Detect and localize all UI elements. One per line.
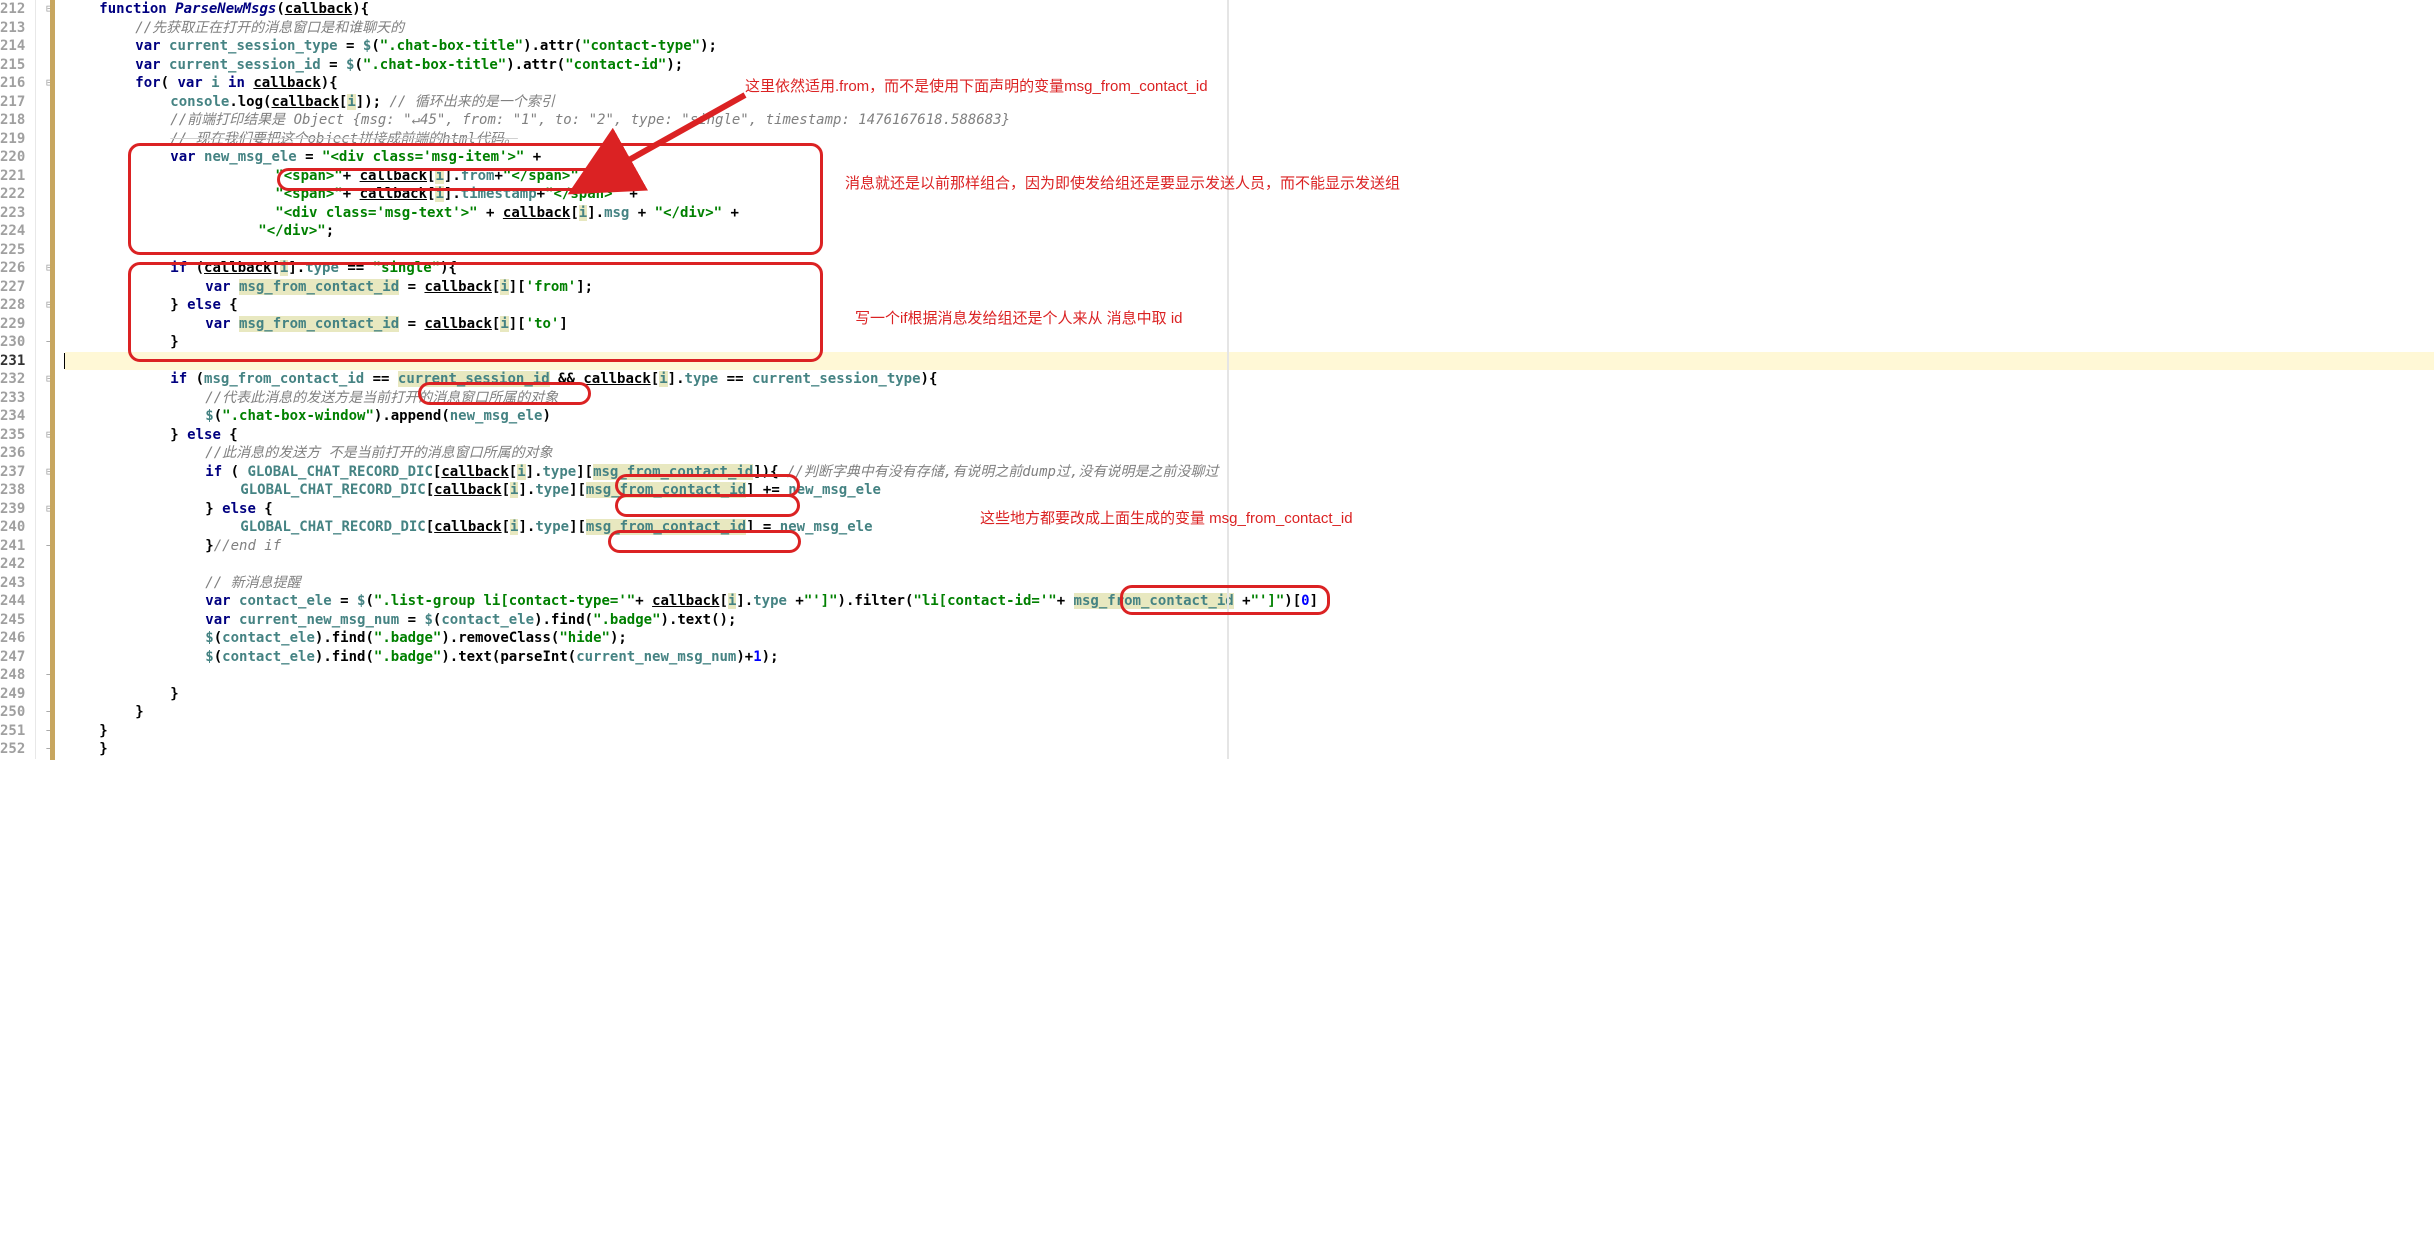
code-line: } <box>65 685 2434 704</box>
line-number: 234 <box>0 407 25 426</box>
code-line: var current_new_msg_num = $(contact_ele)… <box>65 611 2434 630</box>
code-line: } <box>65 703 2434 722</box>
code-line-current <box>65 352 2434 371</box>
code-line: } <box>65 722 2434 741</box>
line-number: 248 <box>0 666 25 685</box>
code-line: if (callback[i].type == "single"){ <box>65 259 2434 278</box>
line-number: 238 <box>0 481 25 500</box>
code-line: var contact_ele = $(".list-group li[cont… <box>65 592 2434 611</box>
code-line <box>65 555 2434 574</box>
line-number: 230 <box>0 333 25 352</box>
line-number-gutter: 212 213 214 215 216 217 218 219 220 221 … <box>0 0 36 759</box>
code-line: } <box>65 740 2434 759</box>
code-area[interactable]: function ParseNewMsgs(callback){ //先获取正在… <box>62 0 2434 759</box>
line-number: 212 <box>0 0 25 19</box>
code-line: $(contact_ele).find(".badge").text(parse… <box>65 648 2434 667</box>
line-number: 213 <box>0 19 25 38</box>
code-line <box>65 241 2434 260</box>
code-line: var msg_from_contact_id = callback[i]['f… <box>65 278 2434 297</box>
code-line: for( var i in callback){ <box>65 74 2434 93</box>
code-line: } else { <box>65 296 2434 315</box>
line-number: 249 <box>0 685 25 704</box>
line-number: 235 <box>0 426 25 445</box>
code-line: if ( GLOBAL_CHAT_RECORD_DIC[callback[i].… <box>65 463 2434 482</box>
change-marker <box>50 0 55 760</box>
line-number: 242 <box>0 555 25 574</box>
code-line: } <box>65 333 2434 352</box>
line-number: 216 <box>0 74 25 93</box>
line-number: 232 <box>0 370 25 389</box>
line-number: 224 <box>0 222 25 241</box>
annotation-text: 这里依然适用.from，而不是使用下面声明的变量msg_from_contact… <box>745 78 1208 97</box>
line-number: 228 <box>0 296 25 315</box>
code-line: $(".chat-box-window").append(new_msg_ele… <box>65 407 2434 426</box>
code-line: }//end if <box>65 537 2434 556</box>
line-number: 236 <box>0 444 25 463</box>
code-line: var current_session_type = $(".chat-box-… <box>65 37 2434 56</box>
line-number: 244 <box>0 592 25 611</box>
code-line: "<div class='msg-text'>" + callback[i].m… <box>65 204 2434 223</box>
line-number: 237 <box>0 463 25 482</box>
code-line: // 现在我们要把这个object拼接成前端的html代码。 <box>65 130 2434 149</box>
code-line: //代表此消息的发送方是当前打开的消息窗口所属的对象 <box>65 389 2434 408</box>
code-line: //先获取正在打开的消息窗口是和谁聊天的 <box>65 19 2434 38</box>
code-line: function ParseNewMsgs(callback){ <box>65 0 2434 19</box>
line-number: 227 <box>0 278 25 297</box>
line-number: 225 <box>0 241 25 260</box>
text-cursor <box>64 353 65 369</box>
line-number: 219 <box>0 130 25 149</box>
line-number: 223 <box>0 204 25 223</box>
annotation-text: 写一个if根据消息发给组还是个人来从 消息中取 id <box>855 310 1183 329</box>
code-line: $(contact_ele).find(".badge").removeClas… <box>65 629 2434 648</box>
line-number: 240 <box>0 518 25 537</box>
line-number: 239 <box>0 500 25 519</box>
annotation-text: 消息就还是以前那样组合，因为即使发给组还是要显示发送人员，而不能显示发送组 <box>845 175 1400 194</box>
line-number: 251 <box>0 722 25 741</box>
code-line: var current_session_id = $(".chat-box-ti… <box>65 56 2434 75</box>
code-line: // 新消息提醒 <box>65 574 2434 593</box>
right-margin-line <box>1227 0 1229 759</box>
line-number: 214 <box>0 37 25 56</box>
line-number: 217 <box>0 93 25 112</box>
code-line: //前端打印结果是 Object {msg: "↵45", from: "1",… <box>65 111 2434 130</box>
line-number: 252 <box>0 740 25 759</box>
line-number: 250 <box>0 703 25 722</box>
line-number: 246 <box>0 629 25 648</box>
line-number: 218 <box>0 111 25 130</box>
line-number: 247 <box>0 648 25 667</box>
annotation-text: 这些地方都要改成上面生成的变量 msg_from_contact_id <box>980 510 1353 529</box>
line-number: 226 <box>0 259 25 278</box>
code-line: var new_msg_ele = "<div class='msg-item'… <box>65 148 2434 167</box>
line-number: 229 <box>0 315 25 334</box>
line-number: 245 <box>0 611 25 630</box>
code-line <box>65 666 2434 685</box>
code-line: "</div>"; <box>65 222 2434 241</box>
code-editor[interactable]: 212 213 214 215 216 217 218 219 220 221 … <box>0 0 2434 759</box>
line-number: 222 <box>0 185 25 204</box>
line-number-current: 231 <box>0 352 25 371</box>
line-number: 241 <box>0 537 25 556</box>
code-line: if (msg_from_contact_id == current_sessi… <box>65 370 2434 389</box>
code-line: } else { <box>65 426 2434 445</box>
line-number: 221 <box>0 167 25 186</box>
code-line: GLOBAL_CHAT_RECORD_DIC[callback[i].type]… <box>65 481 2434 500</box>
code-line: //此消息的发送方 不是当前打开的消息窗口所属的对象 <box>65 444 2434 463</box>
line-number: 233 <box>0 389 25 408</box>
line-number: 243 <box>0 574 25 593</box>
code-line: console.log(callback[i]); // 循环出来的是一个索引 <box>65 93 2434 112</box>
line-number: 220 <box>0 148 25 167</box>
code-line: var msg_from_contact_id = callback[i]['t… <box>65 315 2434 334</box>
line-number: 215 <box>0 56 25 75</box>
